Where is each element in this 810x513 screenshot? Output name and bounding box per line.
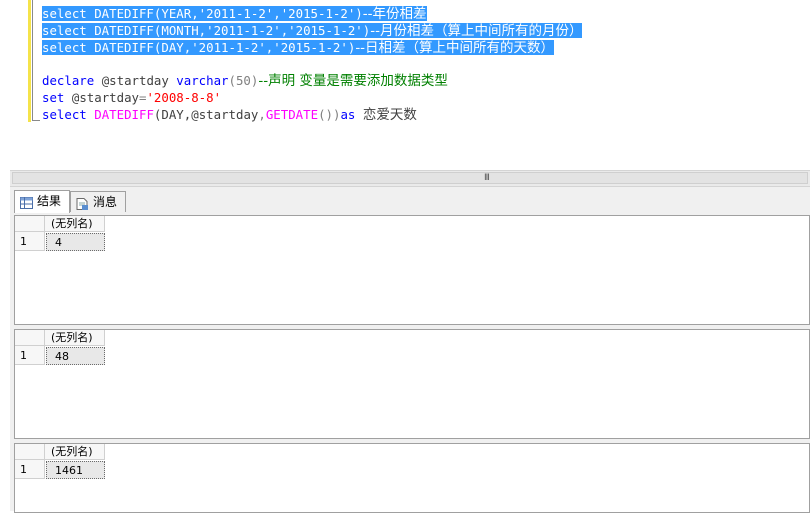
code-line-3[interactable]: select DATEDIFF(DAY,'2011-1-2','2015-1-2… [42,40,555,56]
row-number[interactable]: 1 [15,346,45,365]
grid-corner [15,216,45,232]
results-pane: (无列名) 1 4 (无列名) 1 48 (无列名) 1 1461 [10,213,810,513]
scrollbar-grip: III [484,173,490,183]
code-line-select[interactable]: select DATEDIFF(DAY,@startday,GETDATE())… [42,107,417,123]
code-text: select DATEDIFF(MONTH,'2011-1-2','2015-1… [42,23,371,38]
code-comment: --声明 变量是需要添加数据类型 [258,73,448,89]
message-doc-icon [76,196,89,210]
outline-bracket [32,0,40,121]
result-cell[interactable]: 48 [46,347,105,365]
keyword: set [42,90,65,105]
function-name: DATEDIFF [94,107,154,122]
result-grid-3[interactable]: (无列名) 1 1461 [14,443,810,513]
result-grid-2[interactable]: (无列名) 1 48 [14,329,810,439]
change-marker-bar [28,0,31,122]
column-header[interactable]: (无列名) [45,216,105,232]
code-line-2[interactable]: select DATEDIFF(MONTH,'2011-1-2','2015-1… [42,23,583,39]
code-comment: --年份相差 [362,6,427,22]
result-cell[interactable]: 1461 [46,461,105,479]
code-comment: --月份相差（算上中间所有的月份） [370,23,583,39]
keyword: as [340,107,356,122]
args: (DAY, [153,107,192,122]
result-cell[interactable]: 4 [46,233,105,251]
results-tab-bar: 结果 消息 [10,187,810,214]
tab-label: 消息 [93,195,118,209]
code-line-1[interactable]: select DATEDIFF(YEAR,'2011-1-2','2015-1-… [42,6,427,22]
editor-gutter [0,0,11,170]
grid-corner [15,444,45,460]
parens: ()) [318,107,341,122]
tab-label: 结果 [37,194,62,208]
string-literal: '2008-8-8' [146,90,222,105]
tab-results[interactable]: 结果 [14,190,70,214]
scrollbar-thumb[interactable] [12,172,808,184]
function-name: GETDATE [265,107,319,122]
comma: , [258,107,266,122]
row-number[interactable]: 1 [15,232,45,251]
code-text: select DATEDIFF(YEAR,'2011-1-2','2015-1-… [42,6,363,21]
code-line-declare[interactable]: declare @startday varchar(50)--声明 变量是需要添… [42,73,448,89]
variable: @startday [71,90,139,105]
tab-messages[interactable]: 消息 [70,191,126,212]
query-editor[interactable]: select DATEDIFF(YEAR,'2011-1-2','2015-1-… [0,0,810,170]
grid-icon [20,195,33,209]
code-line-set[interactable]: set @startday='2008-8-8' [42,90,221,106]
variable: @startday [101,73,169,88]
grid-corner [15,330,45,346]
column-header[interactable]: (无列名) [45,444,105,460]
keyword: select [42,107,87,122]
row-number[interactable]: 1 [15,460,45,479]
code-text: select DATEDIFF(DAY,'2011-1-2','2015-1-2… [42,40,356,55]
type-keyword: varchar [176,73,229,88]
code-comment: --日相差（算上中间所有的天数） [355,40,555,56]
keyword: declare [42,73,95,88]
horizontal-scrollbar[interactable]: III [10,170,810,187]
variable: @startday [191,107,259,122]
column-header[interactable]: (无列名) [45,330,105,346]
result-grid-1[interactable]: (无列名) 1 4 [14,215,810,325]
alias: 恋爱天数 [362,107,417,123]
type-size: (50) [228,73,259,88]
